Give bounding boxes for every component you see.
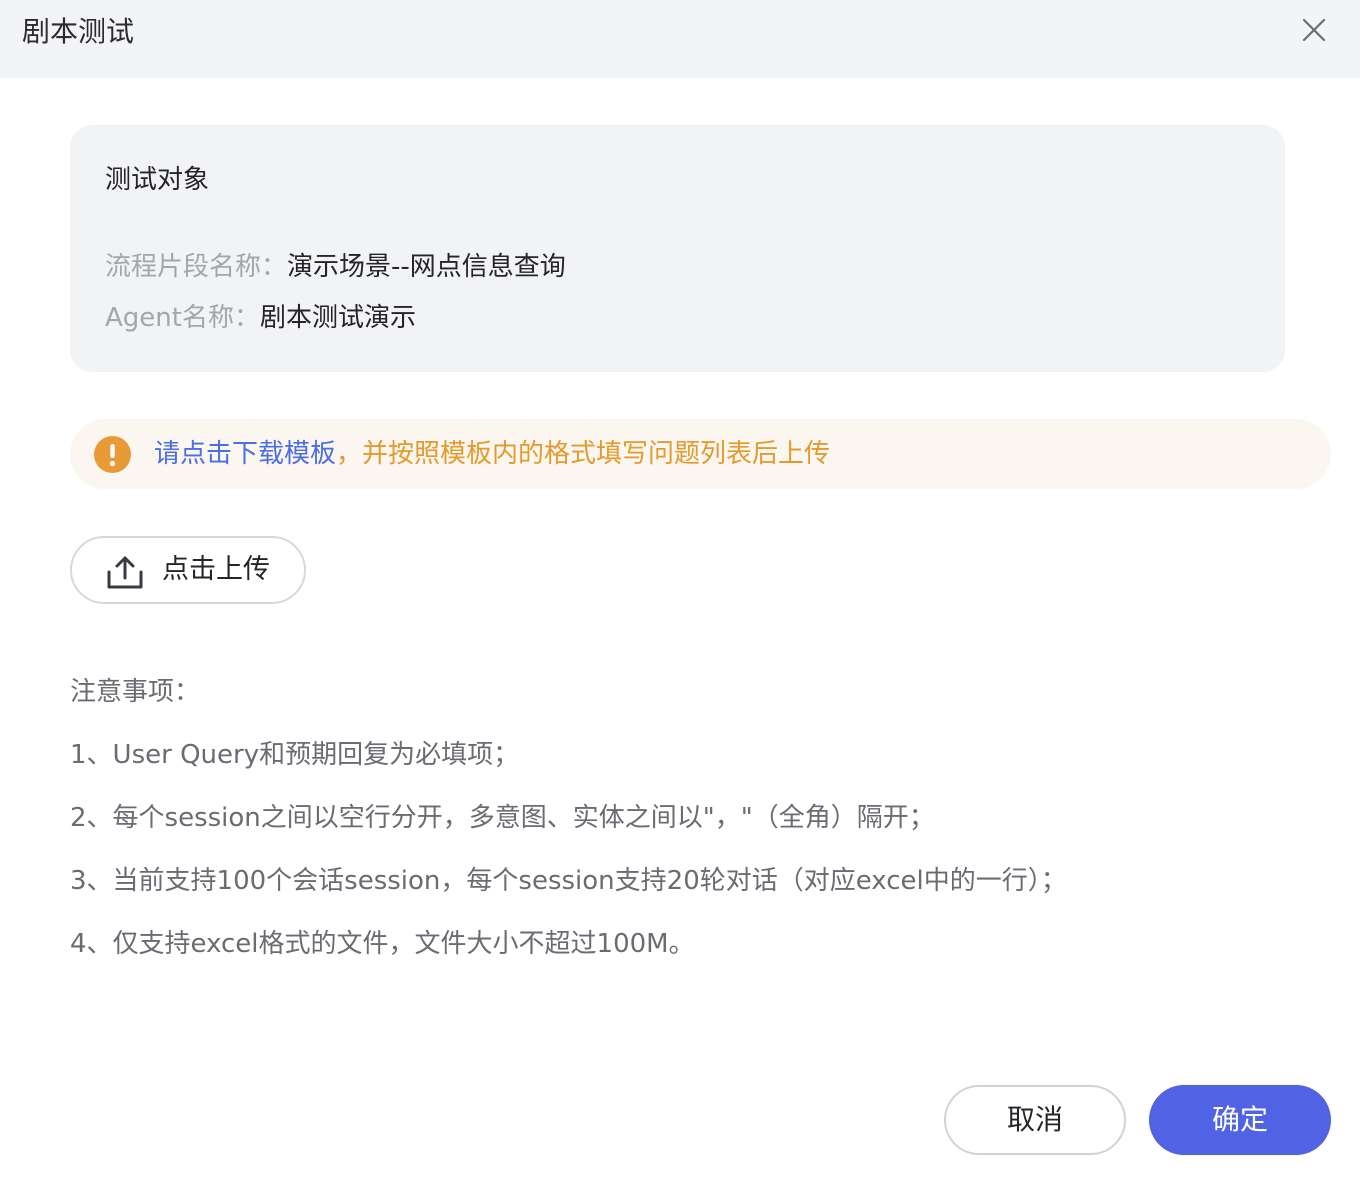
upload-button-label: 点击上传 [162, 554, 270, 585]
dialog-title: 剧本测试 [22, 15, 135, 48]
close-icon [1302, 18, 1326, 42]
template-notice: 请点击下载模板，并按照模板内的格式填写问题列表后上传 [70, 419, 1331, 489]
test-target-title: 测试对象 [105, 165, 210, 195]
notice-instructions: ，并按照模板内的格式填写问题列表后上传 [336, 439, 831, 469]
dialog-header: 剧本测试 [0, 0, 1360, 78]
flow-segment-name-label: 流程片段名称： [105, 252, 288, 282]
note-item: 4、仅支持excel格式的文件，文件大小不超过100M。 [70, 929, 695, 959]
upload-icon [107, 556, 143, 589]
download-template-link[interactable]: 请点击下载模板 [154, 439, 336, 469]
note-item: 2、每个session之间以空行分开，多意图、实体之间以"，"（全角）隔开； [70, 803, 935, 833]
close-button[interactable] [1298, 14, 1330, 46]
upload-button[interactable]: 点击上传 [70, 536, 306, 604]
note-item: 1、User Query和预期回复为必填项； [70, 740, 520, 770]
confirm-button[interactable]: 确定 [1149, 1085, 1331, 1155]
agent-name-label: Agent名称： [105, 303, 260, 333]
exclamation-circle-icon [94, 436, 131, 473]
flow-segment-name-row: 流程片段名称：演示场景--网点信息查询 [105, 250, 566, 284]
agent-name-value: 剧本测试演示 [259, 303, 416, 333]
agent-name-row: Agent名称：剧本测试演示 [105, 301, 416, 335]
test-target-card: 测试对象 流程片段名称：演示场景--网点信息查询 Agent名称：剧本测试演示 [70, 125, 1285, 372]
note-item: 3、当前支持100个会话session，每个session支持20轮对话（对应e… [70, 866, 1067, 896]
notice-text: 请点击下载模板，并按照模板内的格式填写问题列表后上传 [154, 437, 830, 471]
cancel-button[interactable]: 取消 [944, 1085, 1126, 1155]
notes-title: 注意事项： [70, 677, 201, 707]
flow-segment-name-value: 演示场景--网点信息查询 [287, 252, 566, 282]
script-test-dialog: 剧本测试 测试对象 流程片段名称：演示场景--网点信息查询 Agent名称：剧本… [0, 0, 1360, 1180]
